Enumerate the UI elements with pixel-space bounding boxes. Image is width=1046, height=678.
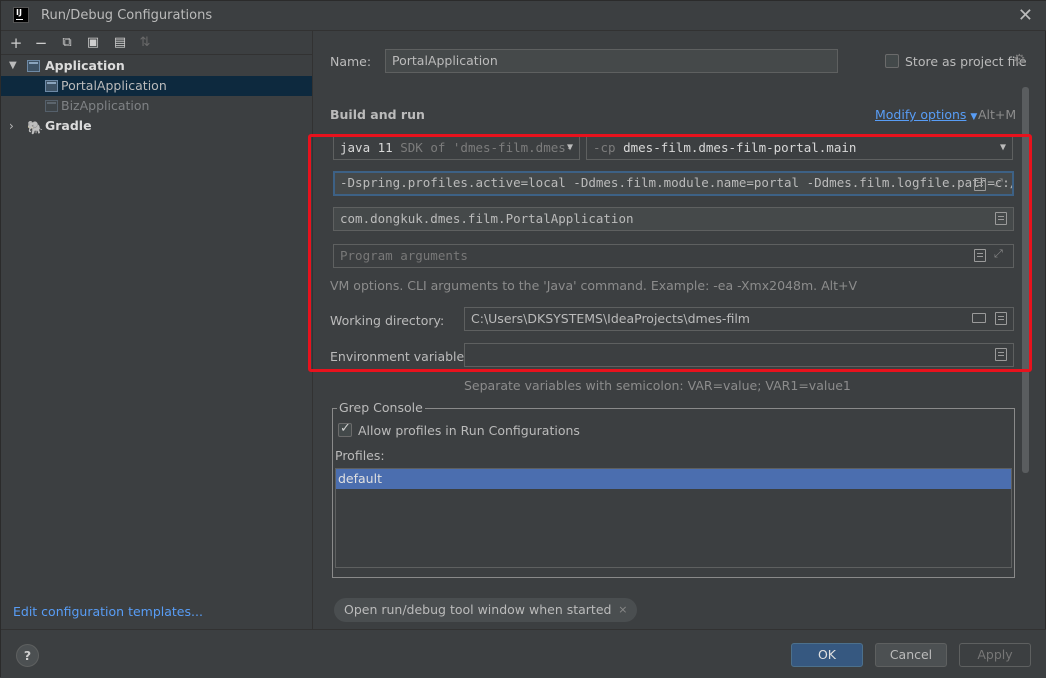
tree-label-gradle: Gradle bbox=[45, 118, 92, 133]
env-vars-hint: Separate variables with semicolon: VAR=v… bbox=[464, 378, 851, 393]
program-arguments-field[interactable]: Program arguments bbox=[333, 244, 1014, 268]
gear-icon[interactable]: ⚙ bbox=[1013, 52, 1026, 68]
store-project-label[interactable]: Store as project file bbox=[905, 54, 1027, 69]
open-tool-window-chip[interactable]: Open run/debug tool window when started … bbox=[334, 598, 638, 622]
save-icon[interactable]: ▣ bbox=[84, 34, 102, 52]
chevron-right-icon[interactable]: › bbox=[9, 116, 14, 136]
name-field[interactable]: PortalApplication bbox=[385, 49, 838, 73]
edit-env-icon[interactable] bbox=[995, 348, 1007, 361]
tree-item-biz-application[interactable]: BizApplication bbox=[1, 96, 312, 116]
intellij-app-icon: IJ bbox=[13, 7, 29, 23]
application-config-icon bbox=[45, 80, 58, 92]
grep-console-group: Grep Console Allow profiles in Run Confi… bbox=[332, 400, 1015, 578]
name-label: Name: bbox=[330, 54, 372, 69]
maximize-icon[interactable]: ⤢ bbox=[994, 247, 1003, 261]
allow-profiles-checkbox[interactable] bbox=[338, 421, 352, 437]
folder-add-icon[interactable]: ▤ bbox=[111, 34, 129, 52]
working-dir-field[interactable]: C:\Users\DKSYSTEMS\IdeaProjects\dmes-fil… bbox=[464, 307, 1014, 331]
close-icon[interactable]: × bbox=[618, 598, 627, 622]
ok-button[interactable]: OK bbox=[791, 643, 863, 667]
profiles-list[interactable]: default bbox=[335, 468, 1012, 568]
tree-label-biz: BizApplication bbox=[61, 98, 150, 113]
application-config-icon bbox=[45, 100, 58, 112]
scrollbar[interactable] bbox=[1022, 87, 1029, 473]
config-tree: ▼ Application PortalApplication BizAppli… bbox=[1, 56, 312, 136]
run-debug-dialog: IJ Run/Debug Configurations ✕ + − ⧉ ▣ ▤ … bbox=[0, 0, 1046, 678]
maximize-icon[interactable]: ⤢ bbox=[994, 176, 1003, 190]
env-vars-field[interactable] bbox=[464, 343, 1014, 367]
sort-icon[interactable]: ⇅ bbox=[136, 34, 154, 52]
store-project-checkbox[interactable] bbox=[885, 54, 899, 68]
minus-icon[interactable]: − bbox=[32, 34, 50, 52]
application-icon bbox=[27, 60, 40, 72]
module-classpath-select[interactable]: -cp dmes-film.dmes-film-portal.main ▼ bbox=[586, 136, 1013, 160]
dialog-footer: ? OK Cancel Apply bbox=[1, 629, 1046, 678]
configurations-panel: + − ⧉ ▣ ▤ ⇅ ▼ Application PortalApplicat… bbox=[1, 31, 313, 629]
tree-item-application[interactable]: ▼ Application bbox=[1, 56, 312, 76]
list-item[interactable]: default bbox=[336, 469, 1011, 489]
build-run-title: Build and run bbox=[330, 107, 425, 122]
folder-icon[interactable] bbox=[972, 313, 986, 323]
vm-options-hint: VM options. CLI arguments to the 'Java' … bbox=[330, 278, 858, 293]
plus-icon[interactable]: + bbox=[7, 34, 25, 52]
copy-icon[interactable]: ⧉ bbox=[58, 34, 76, 52]
apply-button[interactable]: Apply bbox=[959, 643, 1031, 667]
expand-text-icon[interactable] bbox=[974, 249, 986, 262]
close-icon[interactable]: ✕ bbox=[1018, 5, 1033, 26]
expand-text-icon[interactable] bbox=[974, 178, 986, 191]
chevron-down-icon[interactable]: ▼ bbox=[9, 56, 17, 76]
config-editor: Name: PortalApplication Store as project… bbox=[314, 31, 1045, 629]
env-vars-label: Environment variables: bbox=[330, 349, 475, 364]
cancel-button[interactable]: Cancel bbox=[875, 643, 947, 667]
vm-options-field[interactable]: -Dspring.profiles.active=local -Ddmes.fi… bbox=[333, 171, 1014, 196]
edit-templates-link[interactable]: Edit configuration templates... bbox=[13, 604, 203, 619]
modify-options-shortcut: Alt+M bbox=[978, 107, 1017, 122]
tree-label-application: Application bbox=[45, 58, 125, 73]
profiles-label: Profiles: bbox=[335, 448, 385, 463]
title-bar: IJ Run/Debug Configurations ✕ bbox=[1, 1, 1046, 31]
chevron-down-icon: ▼ bbox=[566, 142, 573, 153]
help-button[interactable]: ? bbox=[16, 644, 39, 667]
browse-class-icon[interactable] bbox=[995, 212, 1007, 225]
modify-options-link[interactable]: Modify options ▼ bbox=[875, 107, 977, 122]
expand-text-icon[interactable] bbox=[995, 312, 1007, 325]
tree-label-portal: PortalApplication bbox=[61, 78, 167, 93]
allow-profiles-label[interactable]: Allow profiles in Run Configurations bbox=[358, 423, 580, 438]
grep-console-title: Grep Console bbox=[337, 400, 425, 415]
tree-item-gradle[interactable]: › 🐘 Gradle bbox=[1, 116, 312, 136]
working-dir-label: Working directory: bbox=[330, 313, 445, 328]
chevron-down-icon: ▼ bbox=[999, 142, 1006, 153]
gradle-icon: 🐘 bbox=[27, 121, 44, 136]
main-class-field[interactable]: com.dongkuk.dmes.film.PortalApplication bbox=[333, 207, 1014, 231]
jre-select[interactable]: java 11 SDK of 'dmes-film.dmes- ▼ bbox=[333, 136, 580, 160]
tree-item-portal-application[interactable]: PortalApplication bbox=[1, 76, 312, 96]
config-toolbar: + − ⧉ ▣ ▤ ⇅ bbox=[1, 31, 312, 55]
dialog-title: Run/Debug Configurations bbox=[41, 8, 213, 23]
